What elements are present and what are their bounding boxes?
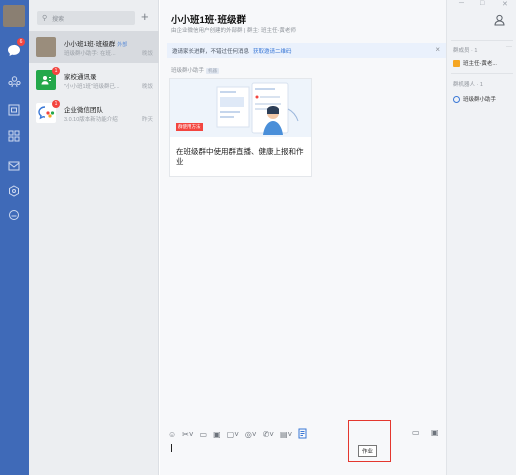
image-icon[interactable]: ▭	[200, 430, 208, 439]
unread-badge: 6	[17, 38, 25, 46]
phone-icon[interactable]: ✆˅	[263, 430, 274, 439]
external-tag: 外部	[117, 42, 128, 48]
member-name: 班主任-黄老...	[463, 61, 497, 67]
group-info-panel: ─ □ ✕ 群成员 · 1 ··· 班主任-黄老... 群机器人 · 1 班级群…	[446, 0, 516, 475]
file-icon[interactable]: ▣	[213, 430, 221, 439]
tooltip: 作业	[358, 445, 378, 457]
search-icon: ⚲	[42, 15, 48, 22]
robot-item[interactable]: 班级群小助手	[453, 95, 496, 103]
screenshot-icon[interactable]: ✂˅	[182, 430, 193, 439]
search-input[interactable]: ⚲ 搜索	[37, 11, 135, 25]
unread-badge: 1	[52, 67, 60, 75]
page-title: 小小班1班·班级群	[171, 15, 246, 26]
mail-icon[interactable]	[6, 158, 22, 174]
conversation-snippet: 3.0.10版本新功能介绍	[64, 117, 118, 123]
message-card[interactable]: 群使用方法 在班级群中使用群直播、健康上报和作业	[169, 78, 312, 177]
card-text: 在班级群中使用群直播、健康上报和作业	[176, 147, 304, 166]
homework-icon[interactable]	[298, 428, 307, 441]
unread-badge: 1	[52, 100, 60, 108]
chat-pane: 小小班1班·班级群 由企业微信用户创建的外部群 | 群主: 班主任-黄老师 邀请…	[160, 0, 446, 475]
conversation-time: 昨天	[141, 117, 153, 123]
bot-tag: 机器	[206, 68, 220, 74]
folder-icon[interactable]: ▢˅	[227, 430, 239, 439]
list-item[interactable]: 1 家校通讯录 "小小班1班"班级群已... 晚饭	[29, 64, 159, 96]
robot-icon	[453, 95, 460, 103]
emoji-icon[interactable]: ☺	[168, 430, 176, 439]
divider	[451, 73, 513, 74]
apps-icon[interactable]	[6, 128, 22, 144]
message-sender: 班级群小助手	[171, 68, 205, 74]
text-cursor	[171, 444, 172, 452]
input-toolbar: ☺ ✂˅ ▭ ▣ ▢˅ ◎˅ ✆˅ ▤˅	[168, 420, 391, 462]
conversation-name: 家校通讯录	[64, 74, 97, 81]
left-rail: 6	[0, 0, 29, 475]
workbench-icon[interactable]	[6, 102, 22, 118]
avatar[interactable]	[3, 5, 25, 27]
contacts-icon[interactable]	[6, 74, 22, 90]
list-item[interactable]: 小小班1班·班级群 外部 班级群小助手: 在班... 晚饭	[29, 31, 159, 63]
chat-icon[interactable]: 6	[6, 38, 25, 58]
conversation-list: ⚲ 搜索 + 小小班1班·班级群 外部 班级群小助手: 在班... 晚饭 1 家校…	[29, 0, 159, 475]
notice-text: 邀请家长进群，不错过任何消息	[172, 48, 250, 55]
add-icon[interactable]: +	[141, 9, 149, 24]
chat-subtitle: 由企业微信用户创建的外部群 | 群主: 班主任-黄老师	[171, 28, 296, 34]
more-tools-icon[interactable]: ▤˅	[280, 430, 292, 439]
conversation-name: 企业微信团队	[64, 107, 103, 114]
expand-icon[interactable]: ▣	[431, 428, 439, 437]
members-label: 群成员 · 1	[453, 48, 478, 54]
invite-qr-link[interactable]: 获取邀请二维码	[253, 47, 292, 55]
minimize-icon[interactable]: ─	[459, 0, 464, 7]
robots-label: 群机器人 · 1	[453, 82, 483, 88]
person-icon[interactable]	[494, 14, 505, 29]
list-item[interactable]: 1 企业微信团队 3.0.10版本新功能介绍 昨天	[29, 97, 159, 129]
drive-icon[interactable]	[6, 207, 22, 223]
docs-icon[interactable]	[6, 183, 22, 199]
maximize-icon[interactable]: □	[480, 0, 484, 7]
conversation-time: 晚饭	[141, 51, 153, 57]
history-icon[interactable]: ▭	[412, 428, 420, 437]
conversation-snippet: 班级群小助手: 在班...	[64, 51, 116, 57]
card-badge: 群使用方法	[176, 123, 203, 131]
close-icon[interactable]: ×	[435, 45, 440, 54]
robot-name: 班级群小助手	[463, 97, 497, 103]
more-members-button[interactable]: ···	[506, 44, 512, 50]
conversation-snippet: "小小班1班"班级群已...	[64, 84, 120, 90]
group-avatar	[36, 37, 56, 57]
conversation-name: 小小班1班·班级群	[64, 41, 116, 48]
divider	[451, 40, 513, 41]
invite-notice: 邀请家长进群，不错过任何消息 获取邀请二维码 ×	[167, 43, 446, 58]
close-window-icon[interactable]: ✕	[502, 0, 508, 8]
search-placeholder: 搜索	[52, 16, 65, 23]
member-item[interactable]: 班主任-黄老...	[453, 59, 497, 67]
redpacket-icon[interactable]: ◎˅	[245, 430, 257, 439]
member-avatar	[453, 59, 460, 67]
card-illustration: 群使用方法	[170, 79, 311, 137]
conversation-time: 晚饭	[141, 84, 153, 90]
